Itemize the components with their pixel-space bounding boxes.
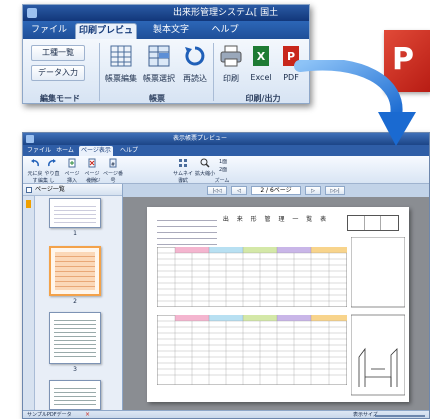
form-edit-button[interactable]: 帳票編集: [103, 43, 139, 84]
document-view-area[interactable]: 出 来 形 管 理 一 覧 表: [123, 197, 429, 410]
page-thumbnail[interactable]: [49, 198, 101, 228]
data-table-upper: [157, 247, 347, 307]
reload-button[interactable]: 再読込: [179, 43, 211, 84]
bookmark-icon: [26, 200, 31, 208]
group-divider: [99, 43, 100, 101]
document-title: 出 来 形 管 理 一 覧 表: [222, 216, 330, 223]
document-header-lines: [157, 215, 217, 245]
form-select-label: 帳票選択: [143, 74, 175, 83]
ribbon-screenshot: 出来形管理システム[ 国土 ファイル 印刷プレビュー 製本文字 ヘルプ 工種一覧…: [22, 4, 310, 104]
tab-file[interactable]: ファイル: [29, 23, 69, 39]
undo-icon: [31, 159, 39, 167]
preview-tab-file[interactable]: ファイル: [27, 146, 51, 156]
svg-text:X: X: [257, 50, 266, 63]
page-delete-icon: [88, 158, 96, 168]
last-page-button[interactable]: ▷▷|: [325, 186, 345, 195]
group-label-page: ページ: [85, 178, 101, 184]
svg-text:#: #: [111, 162, 115, 168]
page-indicator[interactable]: 2 / 6ページ: [251, 186, 301, 195]
document-page: 出 来 形 管 理 一 覧 表: [147, 207, 409, 402]
reload-icon: [185, 46, 205, 66]
one-page-button[interactable]: 1面: [219, 158, 233, 165]
tab-print-preview[interactable]: 印刷プレビュー: [75, 23, 137, 51]
page-thumbnail[interactable]: [49, 380, 101, 410]
ribbon-body: 工種一覧 データ入力 編集モード 帳票編集 帳票選択 再読込 帳票 印刷 X E…: [23, 39, 309, 103]
preview-tab-page-view[interactable]: ページ表示: [79, 146, 113, 156]
group-label-edit: 編集: [37, 178, 48, 184]
thumbnail-side-strip: [23, 196, 35, 410]
thumbnail-pane-header: ページ一覧: [23, 184, 122, 196]
first-page-button[interactable]: |◁◁: [207, 186, 227, 195]
ribbon-tab-bar: ファイル 印刷プレビュー 製本文字 ヘルプ: [23, 21, 309, 51]
thumbnail-number: 1: [73, 230, 77, 237]
thumbnail-pane-title: ページ一覧: [35, 186, 65, 193]
stamp-boxes: [347, 215, 399, 231]
table-select-icon: [148, 45, 170, 67]
preview-tab-home[interactable]: ホーム: [53, 146, 77, 156]
group-label-form: 帳票: [149, 94, 165, 103]
app-titlebar: 出来形管理システム[ 国土: [23, 5, 309, 21]
thumbnail-number: 3: [73, 366, 77, 373]
group-label-format: 書式: [177, 178, 188, 184]
group-divider: [213, 43, 214, 101]
thumbnail-pane: ページ一覧 1 2 3 4: [23, 184, 123, 410]
preview-window: 表示帳票プレビュー ファイル ホーム ページ表示 ヘルプ 元に戻す やり直し ペ…: [22, 132, 430, 419]
status-close-icon[interactable]: ×: [85, 412, 91, 418]
preview-tab-help[interactable]: ヘルプ: [117, 146, 141, 156]
page-thumbnail[interactable]: [49, 312, 101, 364]
tab-help[interactable]: ヘルプ: [207, 23, 243, 39]
thumbnail-number: 2: [73, 298, 77, 305]
print-label: 印刷: [223, 74, 239, 83]
group-label-zoom: ズーム: [214, 178, 230, 184]
preview-title: 表示帳票プレビュー: [173, 135, 228, 142]
data-input-button[interactable]: データ入力: [31, 65, 85, 81]
next-page-button[interactable]: ▷: [305, 186, 321, 195]
zoom-button[interactable]: 拡大縮小: [195, 158, 215, 177]
app-title: 出来形管理システム[ 国土: [173, 8, 279, 18]
thumbnail-icon: [179, 159, 187, 167]
app-icon: [27, 8, 37, 18]
page-number-icon: #: [109, 158, 117, 168]
form-edit-label: 帳票編集: [105, 74, 137, 83]
prev-page-button[interactable]: ◁: [231, 186, 247, 195]
preview-app-icon: [26, 135, 34, 143]
zoom-slider[interactable]: [375, 415, 425, 417]
form-select-button[interactable]: 帳票選択: [141, 43, 177, 84]
table-edit-icon: [110, 45, 132, 67]
pages-icon: [26, 187, 32, 193]
magnifier-icon: [200, 158, 210, 168]
tab-binding-text[interactable]: 製本文字: [145, 23, 197, 39]
reload-label: 再読込: [183, 74, 207, 83]
printer-icon: [220, 45, 242, 67]
cross-section-diagrams: [351, 237, 405, 396]
print-button[interactable]: 印刷: [217, 43, 245, 84]
preview-status-bar: サンプルPDFデータ × 表示サイズ: [23, 410, 429, 418]
group-label-edit-mode: 編集モード: [40, 94, 80, 103]
page-insert-icon: [68, 158, 76, 168]
redo-icon: [48, 159, 56, 167]
flow-arrow: [294, 60, 416, 146]
preview-ribbon-groups: 編集 ページ 書式 ズーム: [23, 177, 429, 184]
page-navigation-bar: |◁◁ ◁ 2 / 6ページ ▷ ▷▷|: [123, 184, 429, 197]
process-list-button[interactable]: 工種一覧: [31, 45, 85, 61]
page-thumbnail-selected[interactable]: [49, 246, 101, 296]
status-file-name: サンプルPDFデータ: [27, 412, 72, 418]
zoom-label: 拡大縮小: [195, 171, 216, 177]
data-table-lower: [157, 315, 347, 385]
two-page-button[interactable]: 2面: [219, 166, 233, 173]
